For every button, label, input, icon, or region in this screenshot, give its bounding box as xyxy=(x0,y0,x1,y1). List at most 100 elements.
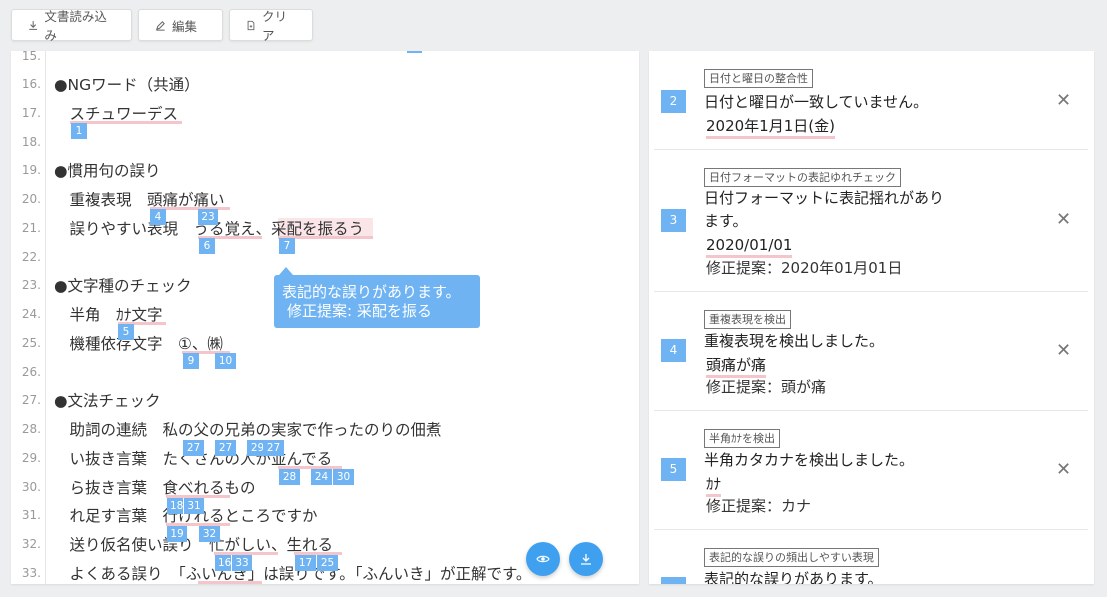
result-message: 表記的な誤りがあります。 xyxy=(704,570,883,584)
result-number: 3 xyxy=(661,209,686,232)
error-marker[interactable]: 27 xyxy=(183,440,204,456)
download-button[interactable] xyxy=(569,542,603,576)
scroll-marker xyxy=(407,51,422,53)
result-card[interactable]: 4 重複表現を検出 重複表現を検出しました。 頭痛が痛 修正提案：頭が痛 ✕ xyxy=(654,292,1088,411)
error-marker[interactable]: 1 xyxy=(71,123,87,139)
eye-icon xyxy=(536,555,550,563)
clear-label: クリア xyxy=(261,9,287,43)
line-number: 32. xyxy=(21,537,41,551)
result-matched-text: ｶﾅ xyxy=(706,474,722,497)
close-icon[interactable]: ✕ xyxy=(1056,459,1071,480)
result-suggestion: 修正提案：2020年01月01日 xyxy=(706,259,903,277)
close-icon[interactable]: ✕ xyxy=(1056,340,1071,361)
download-icon xyxy=(581,554,591,565)
result-matched-text: 2020/01/01 xyxy=(706,235,793,258)
editor-line: ●文法チェック xyxy=(54,392,161,410)
document-icon xyxy=(247,20,255,30)
result-suggestion: 修正提案：頭が痛 xyxy=(706,378,827,396)
line-number: 26. xyxy=(21,365,41,379)
result-number: 4 xyxy=(661,339,686,362)
result-card[interactable]: 表記的な誤りの頻出しやすい表現 表記的な誤りがあります。 xyxy=(654,530,1088,584)
pencil-icon xyxy=(156,20,165,31)
editor-line: ●NGワード（共通） xyxy=(54,76,200,94)
error-marker[interactable]: 24 xyxy=(311,469,332,485)
editor-line: 送り仮名使い誤り 忙がしい、生れる xyxy=(54,536,334,554)
error-marker[interactable]: 23 xyxy=(198,209,218,225)
error-marker[interactable]: 28 xyxy=(279,469,300,485)
error-marker[interactable]: 33 xyxy=(232,555,252,571)
error-marker[interactable]: 6 xyxy=(199,238,215,254)
line-number: 15. xyxy=(21,51,41,63)
result-category-tag: 半角ｶﾅを検出 xyxy=(704,429,780,448)
error-marker[interactable]: 5 xyxy=(118,324,134,340)
result-category-tag: 表記的な誤りの頻出しやすい表現 xyxy=(704,548,879,567)
error-marker[interactable]: 7 xyxy=(279,238,295,254)
error-marker[interactable]: 32 xyxy=(199,526,220,542)
error-marker[interactable]: 4 xyxy=(150,209,166,225)
result-number xyxy=(661,577,686,584)
result-number: 5 xyxy=(661,458,686,481)
result-category-tag: 日付フォーマットの表記ゆれチェック xyxy=(704,168,901,187)
error-underline xyxy=(198,581,262,584)
line-number: 18. xyxy=(21,135,41,149)
line-number: 21. xyxy=(21,221,41,235)
error-marker[interactable]: 27 xyxy=(215,440,236,456)
line-number: 27. xyxy=(21,393,41,407)
text-editor[interactable]: 15. 16. 17. 18. 19. 20. 21. 22. 23. 24. … xyxy=(11,51,639,584)
tooltip-message: 表記的な誤りがあります。 xyxy=(282,283,461,301)
result-message: 日付と曜日が一致していません。 xyxy=(704,93,929,111)
error-marker[interactable]: 16 xyxy=(215,555,231,571)
result-card[interactable]: 2 日付と曜日の整合性 日付と曜日が一致していません。 2020年1月1日(金)… xyxy=(654,51,1088,150)
result-matched-text: 頭痛が痛 xyxy=(706,355,767,378)
editor-line: ●文字種のチェック xyxy=(54,277,192,295)
editor-line: よくある誤り 「ふいんき」は誤りです。「ふんいき」が正解です。 xyxy=(54,565,532,583)
result-message: ます。 xyxy=(704,212,748,230)
error-marker[interactable]: 17 xyxy=(295,555,316,571)
import-document-label: 文書読み込み xyxy=(44,9,107,43)
check-results-panel: 2 日付と曜日の整合性 日付と曜日が一致していません。 2020年1月1日(金)… xyxy=(649,51,1094,584)
error-marker[interactable]: 9 xyxy=(183,353,199,369)
result-number: 2 xyxy=(661,90,686,113)
editor-line: 助詞の連続 私の父の兄弟の実家で作ったのりの佃煮 xyxy=(54,421,442,439)
error-marker[interactable]: 25 xyxy=(317,555,338,571)
error-tooltip: 表記的な誤りがあります。 修正提案: 采配を振る xyxy=(274,267,480,328)
line-number: 25. xyxy=(21,336,41,350)
line-number: 24. xyxy=(21,307,41,321)
error-marker[interactable]: 27 xyxy=(263,440,284,456)
result-message: 重複表現を検出しました。 xyxy=(704,332,885,350)
close-icon[interactable]: ✕ xyxy=(1056,209,1071,230)
toolbar: 文書読み込み 編集 クリア xyxy=(11,9,313,43)
error-marker[interactable]: 19 xyxy=(167,526,187,542)
line-number: 22. xyxy=(21,250,41,264)
line-number: 29. xyxy=(21,451,41,465)
error-marker[interactable]: 18 xyxy=(167,498,183,514)
result-category-tag: 重複表現を検出 xyxy=(704,310,791,329)
tooltip-suggestion: 修正提案: 采配を振る xyxy=(287,302,432,320)
edit-button[interactable]: 編集 xyxy=(138,9,223,41)
line-number: 23. xyxy=(21,278,41,292)
result-card[interactable]: 5 半角ｶﾅを検出 半角カタカナを検出しました。 ｶﾅ 修正提案：カナ ✕ xyxy=(654,411,1088,530)
line-number: 33. xyxy=(21,566,41,580)
result-suggestion: 修正提案：カナ xyxy=(706,497,812,515)
error-marker[interactable]: 30 xyxy=(333,469,354,485)
line-number: 19. xyxy=(21,163,41,177)
line-number: 31. xyxy=(21,508,41,522)
clear-button[interactable]: クリア xyxy=(229,9,313,43)
result-matched-text: 2020年1月1日(金) xyxy=(706,116,835,139)
edit-label: 編集 xyxy=(172,18,198,34)
result-card[interactable]: 3 日付フォーマットの表記ゆれチェック 日付フォーマットに表記揺れがあり ます。… xyxy=(654,150,1088,292)
line-number: 20. xyxy=(21,192,41,206)
result-category-tag: 日付と曜日の整合性 xyxy=(704,69,813,88)
line-number: 28. xyxy=(21,422,41,436)
preview-button[interactable] xyxy=(526,542,560,576)
result-message: 半角カタカナを検出しました。 xyxy=(704,451,915,469)
result-message: 日付フォーマットに表記揺れがあり xyxy=(704,189,945,207)
import-document-button[interactable]: 文書読み込み xyxy=(11,9,132,43)
line-number: 16. xyxy=(21,77,41,91)
download-icon xyxy=(29,20,38,30)
error-marker[interactable]: 31 xyxy=(184,498,204,514)
error-marker[interactable]: 10 xyxy=(215,353,236,369)
editor-line: ●慣用句の誤り xyxy=(54,162,161,180)
line-number: 17. xyxy=(21,106,41,120)
close-icon[interactable]: ✕ xyxy=(1056,90,1071,111)
